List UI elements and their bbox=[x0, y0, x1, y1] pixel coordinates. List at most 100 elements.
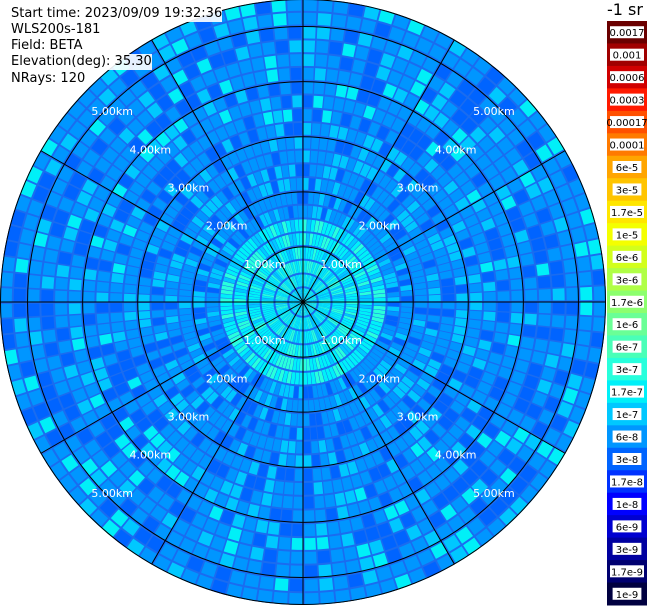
field-label: Field: BETA bbox=[11, 38, 83, 54]
range-bin bbox=[286, 454, 295, 468]
ring-label: 2.00km bbox=[206, 220, 248, 233]
range-bin bbox=[290, 67, 302, 80]
ring-label: 1.00km bbox=[244, 334, 286, 347]
ring-label: 3.00km bbox=[168, 181, 210, 194]
range-bin bbox=[123, 293, 136, 302]
range-bin bbox=[327, 521, 340, 535]
colorbar-label: 0.00017 bbox=[606, 118, 647, 129]
range-bin bbox=[469, 283, 482, 293]
range-bin bbox=[264, 55, 277, 69]
colorbar-label: 6e-8 bbox=[616, 433, 639, 444]
range-bin bbox=[327, 55, 341, 69]
range-bin bbox=[70, 326, 84, 339]
colorbar-label: 0.0003 bbox=[610, 96, 645, 107]
colorbar-label: 1.7e-8 bbox=[611, 477, 643, 488]
range-bin bbox=[314, 495, 325, 509]
range-bin bbox=[303, 219, 307, 232]
range-bin bbox=[303, 386, 309, 399]
ring-label: 3.00km bbox=[168, 411, 210, 424]
range-bin bbox=[483, 311, 496, 321]
range-bin bbox=[244, 573, 260, 588]
range-bin bbox=[274, 578, 289, 591]
colorbar-label: 1.7e-6 bbox=[611, 298, 643, 309]
range-bin bbox=[318, 564, 332, 577]
range-bin bbox=[577, 331, 591, 346]
range-bin bbox=[326, 508, 338, 522]
range-bin bbox=[495, 269, 509, 281]
range-bin bbox=[282, 495, 293, 509]
range-bin bbox=[536, 263, 550, 276]
range-bin bbox=[293, 496, 303, 509]
range-bin bbox=[259, 576, 274, 590]
range-bin bbox=[538, 302, 551, 314]
colorbar-label: 1e-7 bbox=[616, 410, 639, 421]
range-bin bbox=[28, 317, 41, 331]
ring-label: 4.00km bbox=[130, 143, 172, 156]
range-bin bbox=[303, 414, 310, 426]
range-bin bbox=[273, 591, 288, 605]
colorbar-label: 6e-6 bbox=[616, 253, 639, 264]
range-bin bbox=[15, 332, 29, 348]
range-bin bbox=[315, 509, 327, 522]
range-bin bbox=[290, 551, 303, 564]
range-bin bbox=[303, 95, 313, 108]
range-bin bbox=[274, 480, 285, 494]
range-bin bbox=[295, 164, 303, 177]
range-bin bbox=[290, 565, 303, 578]
range-bin bbox=[15, 258, 29, 273]
range-bin bbox=[311, 440, 319, 454]
range-bin bbox=[137, 294, 150, 302]
ring-label: 1.00km bbox=[320, 258, 362, 271]
colorbar-label: 6e-9 bbox=[616, 522, 639, 533]
range-bin bbox=[262, 41, 276, 56]
range-bin bbox=[319, 577, 334, 591]
range-bin bbox=[303, 122, 312, 135]
range-bin bbox=[70, 266, 84, 279]
range-bin bbox=[287, 150, 295, 164]
range-bin bbox=[387, 302, 400, 307]
range-bin bbox=[314, 68, 327, 81]
range-bin bbox=[574, 345, 589, 361]
range-bin bbox=[563, 329, 577, 344]
range-bin bbox=[428, 294, 441, 302]
colorbar-label: 3e-9 bbox=[616, 545, 639, 556]
range-bin bbox=[497, 302, 510, 312]
range-bin bbox=[285, 468, 295, 481]
range-bin bbox=[304, 510, 315, 523]
range-bin bbox=[287, 12, 302, 25]
range-bin bbox=[96, 292, 109, 302]
range-bin bbox=[551, 274, 565, 288]
range-bin bbox=[303, 427, 311, 440]
range-bin bbox=[248, 43, 263, 58]
range-bin bbox=[441, 286, 455, 294]
range-bin bbox=[96, 303, 109, 313]
range-bin bbox=[316, 26, 331, 40]
range-bin bbox=[265, 535, 279, 549]
range-bin bbox=[303, 0, 317, 12]
range-bin bbox=[320, 591, 335, 605]
range-bin bbox=[291, 81, 302, 94]
range-bin bbox=[303, 136, 311, 149]
range-bin bbox=[289, 40, 302, 53]
range-bin bbox=[415, 302, 427, 308]
range-bin bbox=[537, 314, 551, 327]
range-bin bbox=[0, 319, 14, 334]
range-bin bbox=[574, 241, 589, 257]
range-bin bbox=[272, 13, 287, 27]
range-bin bbox=[483, 291, 496, 301]
range-bin bbox=[151, 295, 164, 302]
range-bin bbox=[44, 342, 59, 357]
range-bin bbox=[303, 150, 310, 163]
range-bin bbox=[69, 278, 82, 291]
range-bin bbox=[303, 178, 309, 190]
range-bin bbox=[346, 16, 362, 31]
range-bin bbox=[428, 308, 441, 316]
range-bin bbox=[580, 302, 593, 316]
range-bin bbox=[56, 328, 70, 341]
range-bin bbox=[17, 243, 32, 259]
range-bin bbox=[304, 565, 318, 578]
range-bin bbox=[110, 283, 123, 293]
range-bin bbox=[298, 219, 303, 232]
range-bin bbox=[469, 310, 482, 320]
range-bin bbox=[288, 164, 296, 177]
